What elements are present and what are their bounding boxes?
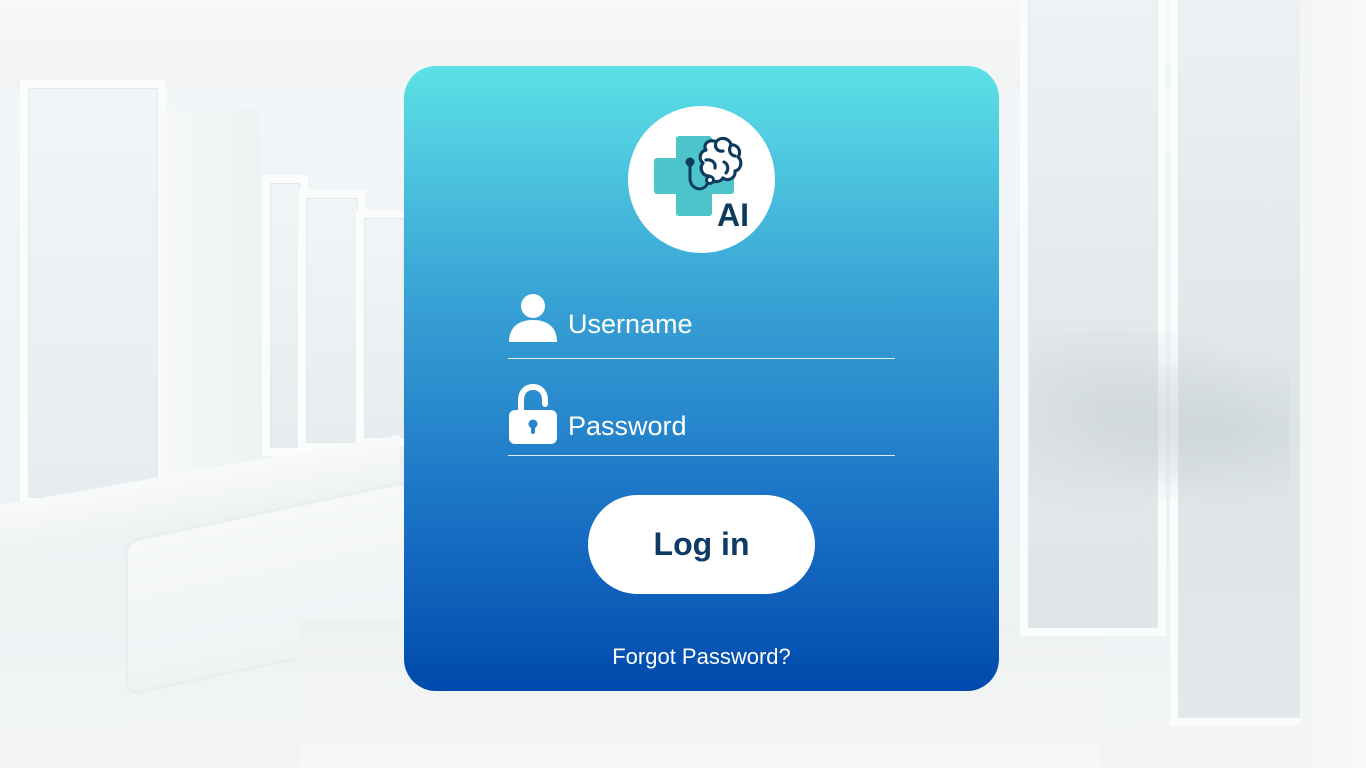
background-wall xyxy=(160,110,260,490)
background-people xyxy=(1030,330,1290,530)
username-field xyxy=(508,288,895,359)
app-logo: AI xyxy=(628,106,775,253)
background-wall xyxy=(1300,0,1366,768)
login-card: AI Log xyxy=(404,66,999,691)
user-icon xyxy=(508,292,558,347)
login-button[interactable]: Log in xyxy=(588,495,815,594)
login-page: AI Log xyxy=(0,0,1366,768)
unlocked-padlock-icon xyxy=(508,383,558,449)
password-input[interactable] xyxy=(568,406,888,446)
password-field xyxy=(508,383,895,456)
background-window xyxy=(20,80,166,506)
background-window xyxy=(1020,0,1166,636)
logo-graphic: AI xyxy=(654,136,749,233)
forgot-password-link[interactable]: Forgot Password? xyxy=(404,644,999,670)
brain-icon xyxy=(698,136,743,184)
logo-text: AI xyxy=(717,197,749,233)
username-input[interactable] xyxy=(568,304,888,344)
